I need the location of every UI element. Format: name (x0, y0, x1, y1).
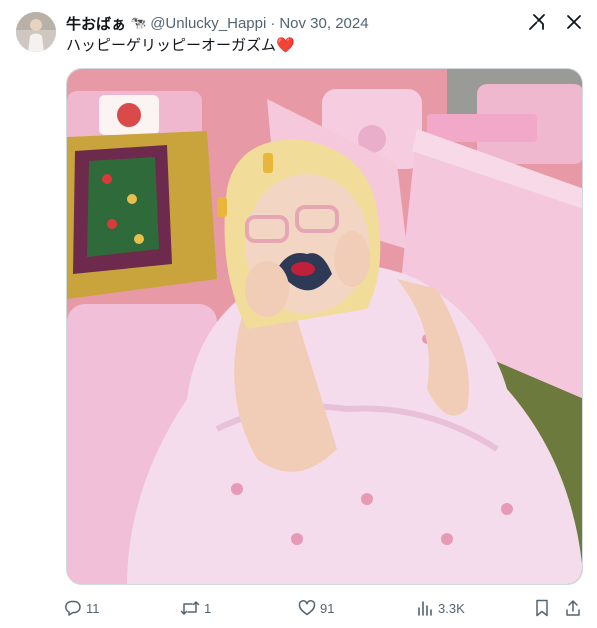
views-button[interactable]: 3.3K (416, 599, 465, 617)
avatar[interactable] (16, 12, 56, 52)
display-name[interactable]: 牛おばぁ (66, 13, 126, 34)
tweet-body: ハッピーゲリッピーオーガズム (66, 37, 277, 54)
reply-icon (64, 599, 82, 617)
views-count: 3.3K (438, 600, 465, 616)
retweet-button[interactable]: 1 (180, 599, 211, 617)
action-bar: 11 1 91 3.3K (60, 596, 587, 620)
reply-count: 11 (86, 600, 100, 616)
grok-icon[interactable] (527, 12, 547, 37)
heart-icon (298, 599, 316, 617)
name-emoji: 🐄 (130, 15, 147, 30)
like-count: 91 (320, 600, 335, 616)
like-button[interactable]: 91 (298, 599, 334, 617)
reply-button[interactable]: 11 (64, 599, 100, 617)
tweet-header: 牛おばぁ 🐄 @Unlucky_Happi · Nov 30, 2024 (66, 13, 527, 33)
top-icons (527, 12, 583, 37)
user-handle[interactable]: @Unlucky_Happi (150, 15, 266, 32)
retweet-icon (180, 599, 200, 617)
close-icon[interactable] (565, 13, 583, 36)
bookmark-button[interactable] (534, 599, 550, 617)
heart-emoji: ❤️ (276, 37, 295, 54)
share-icon (564, 599, 582, 617)
share-button[interactable] (564, 599, 582, 617)
bookmark-icon (534, 599, 550, 617)
retweet-count: 1 (204, 600, 212, 616)
tweet-text: ハッピーゲリッピーオーガズム❤️ (66, 36, 295, 56)
views-icon (416, 599, 434, 617)
post-date[interactable]: Nov 30, 2024 (279, 15, 368, 32)
tweet-card: 牛おばぁ 🐄 @Unlucky_Happi · Nov 30, 2024 ハッピ… (0, 0, 597, 628)
tweet-photo[interactable] (66, 68, 583, 585)
header-separator: · (270, 14, 276, 32)
